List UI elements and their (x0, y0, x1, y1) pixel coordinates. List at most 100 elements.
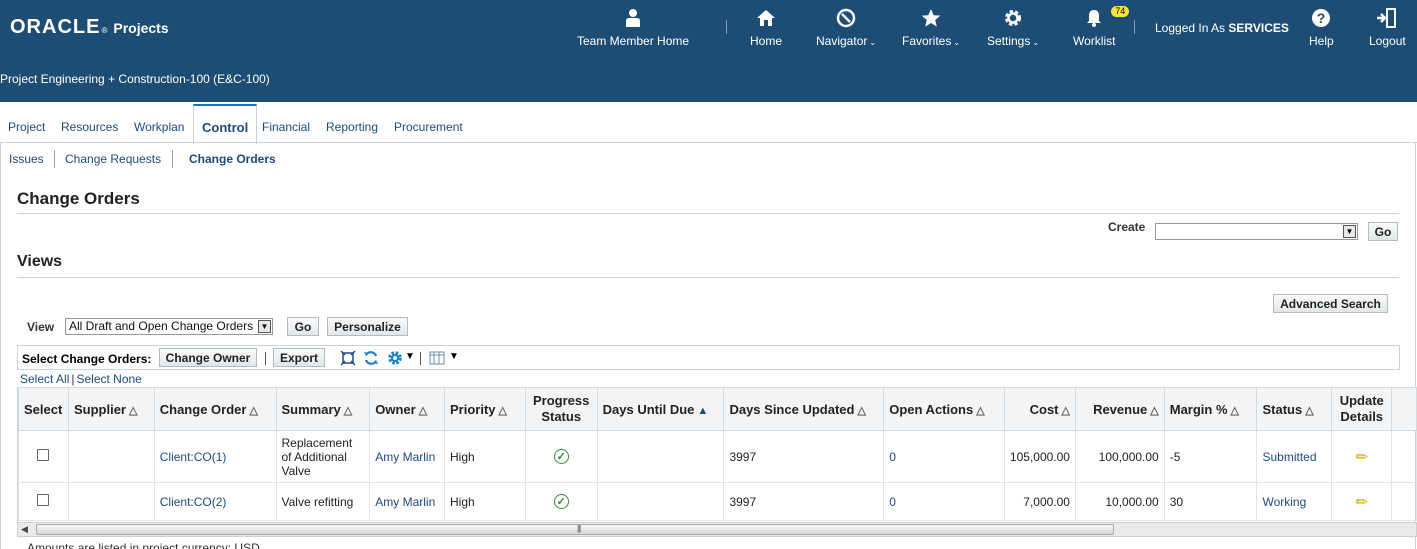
cost-cell: 7,000.00 (1003, 482, 1076, 521)
subtab-change-orders[interactable]: Change Orders (189, 152, 276, 166)
change-orders-table: Select Supplier △ Change Order △ Summary △ … (18, 387, 1417, 521)
tab-reporting[interactable]: Reporting (326, 120, 378, 134)
column-header-priority[interactable]: Priority △ (444, 387, 526, 431)
view-select[interactable]: All Draft and Open Change Orders ▼ (65, 318, 273, 335)
main-tabs: Project Resources Workplan Control Finan… (0, 104, 1417, 144)
views-divider (17, 277, 1399, 278)
logo-trademark: ® (101, 26, 108, 35)
advanced-search-button[interactable]: Advanced Search (1273, 294, 1388, 313)
subtab-issues[interactable]: Issues (9, 152, 44, 166)
chevron-down-icon: ⌄ (1032, 38, 1040, 47)
column-header-status[interactable]: Status △ (1256, 387, 1333, 431)
table-row: Client:CO(1) Replacement of Additional V… (18, 430, 1417, 483)
view-go-button[interactable]: Go (287, 317, 319, 336)
change-order-link[interactable]: Client:CO(1) (153, 430, 277, 483)
sort-icon: △ (249, 404, 258, 417)
home-link[interactable]: Home (750, 6, 782, 48)
subtab-change-requests[interactable]: Change Requests (65, 152, 161, 166)
column-header-owner[interactable]: Owner △ (369, 387, 446, 431)
days-since-updated-cell: 3997 (723, 482, 885, 521)
row-select-cell (18, 482, 69, 521)
subtab-divider (54, 150, 55, 168)
chevron-down-icon: ⌄ (869, 38, 877, 47)
columns-icon[interactable] (429, 351, 445, 368)
column-header-margin[interactable]: Margin % △ (1163, 387, 1258, 431)
navigator-menu[interactable]: Navigator ⌄ (816, 6, 876, 48)
column-header-summary[interactable]: Summary △ (275, 387, 371, 431)
tab-workplan[interactable]: Workplan (134, 120, 184, 134)
team-member-home-link[interactable]: Team Member Home (577, 6, 689, 48)
column-header-days-since-updated[interactable]: Days Since Updated △ (723, 387, 885, 431)
status-link[interactable]: Submitted (1256, 430, 1333, 483)
logged-in-user: Logged In As SERVICES (1155, 21, 1289, 35)
progress-status-cell: ✓ (524, 430, 598, 483)
subtab-divider (172, 150, 173, 168)
column-header-cost[interactable]: Cost △ (1003, 387, 1076, 431)
chevron-down-icon[interactable]: ▼ (405, 351, 415, 362)
column-header-change-order[interactable]: Change Order △ (153, 387, 277, 431)
grip-icon: ||| (577, 524, 581, 533)
page-title: Change Orders (17, 189, 140, 208)
oracle-logo: ORACLE ® Projects (10, 16, 169, 39)
sort-icon: △ (129, 404, 138, 417)
chevron-down-icon[interactable]: ▼ (449, 351, 459, 362)
chevron-down-icon: ⌄ (953, 38, 961, 47)
view-label: View (27, 320, 55, 334)
horizontal-scrollbar[interactable]: ◀ ||| (17, 522, 1417, 537)
table-row: Client:CO(2) Valve refitting Amy Marlin … (18, 482, 1417, 521)
project-name: Project Engineering + Construction-100 (… (0, 72, 270, 86)
tab-control[interactable]: Control (193, 104, 258, 144)
owner-link[interactable]: Amy Marlin (369, 482, 446, 521)
open-actions-link[interactable]: 0 (883, 482, 1005, 521)
filler-cell (1391, 430, 1417, 483)
logo-text: ORACLE (10, 16, 101, 38)
summary-cell: Replacement of Additional Valve (275, 430, 371, 483)
change-order-link[interactable]: Client:CO(2) (153, 482, 277, 521)
create-select[interactable]: ▼ (1155, 223, 1358, 240)
row-checkbox[interactable] (37, 494, 50, 506)
select-none-link[interactable]: Select None (76, 372, 141, 386)
priority-cell: High (444, 430, 526, 483)
select-all-link[interactable]: Select All (20, 372, 69, 386)
tab-financial[interactable]: Financial (262, 120, 310, 134)
column-header-days-until-due[interactable]: Days Until Due ▲ (596, 387, 725, 431)
pencil-icon[interactable]: ✏ (1355, 449, 1368, 466)
sort-icon: △ (857, 404, 866, 417)
owner-link[interactable]: Amy Marlin (369, 430, 446, 483)
tab-procurement[interactable]: Procurement (394, 120, 463, 134)
days-until-due-cell (596, 430, 725, 483)
favorites-menu[interactable]: Favorites ⌄ (902, 6, 960, 48)
column-header-open-actions[interactable]: Open Actions △ (883, 387, 1005, 431)
worklist-link[interactable]: 74 Worklist (1073, 6, 1130, 48)
supplier-cell (67, 482, 155, 521)
export-button[interactable]: Export (273, 348, 325, 367)
check-circle-icon: ✓ (553, 494, 569, 509)
currency-footnote: Amounts are listed in project currency: … (27, 541, 260, 549)
filler-cell (1391, 482, 1417, 521)
scrollbar-thumb[interactable]: ||| (36, 524, 1114, 535)
settings-menu[interactable]: Settings ⌄ (987, 6, 1039, 48)
status-link[interactable]: Working (1256, 482, 1333, 521)
title-divider (17, 213, 1399, 214)
column-header-supplier[interactable]: Supplier △ (67, 387, 155, 431)
create-go-button[interactable]: Go (1368, 222, 1398, 241)
logout-link[interactable]: Logout (1369, 6, 1406, 48)
open-actions-link[interactable]: 0 (883, 430, 1005, 483)
scroll-left-icon[interactable]: ◀ (21, 524, 28, 535)
row-checkbox[interactable] (37, 449, 50, 461)
sort-icon: △ (976, 404, 985, 417)
refresh-icon[interactable] (363, 350, 379, 369)
change-orders-table-wrap: Select Supplier △ Change Order △ Summary △ … (17, 387, 1417, 522)
days-since-updated-cell: 3997 (723, 430, 885, 483)
change-owner-button[interactable]: Change Owner (159, 348, 257, 367)
sort-icon: △ (418, 404, 428, 417)
nav-divider (726, 20, 727, 34)
detach-icon[interactable] (340, 350, 356, 369)
tab-project[interactable]: Project (8, 120, 45, 134)
help-link[interactable]: ? Help (1309, 6, 1334, 48)
gear-icon[interactable] (387, 350, 403, 369)
tab-resources[interactable]: Resources (61, 120, 118, 134)
pencil-icon[interactable]: ✏ (1355, 494, 1368, 511)
column-header-revenue[interactable]: Revenue △ (1074, 387, 1165, 431)
personalize-button[interactable]: Personalize (327, 317, 408, 336)
